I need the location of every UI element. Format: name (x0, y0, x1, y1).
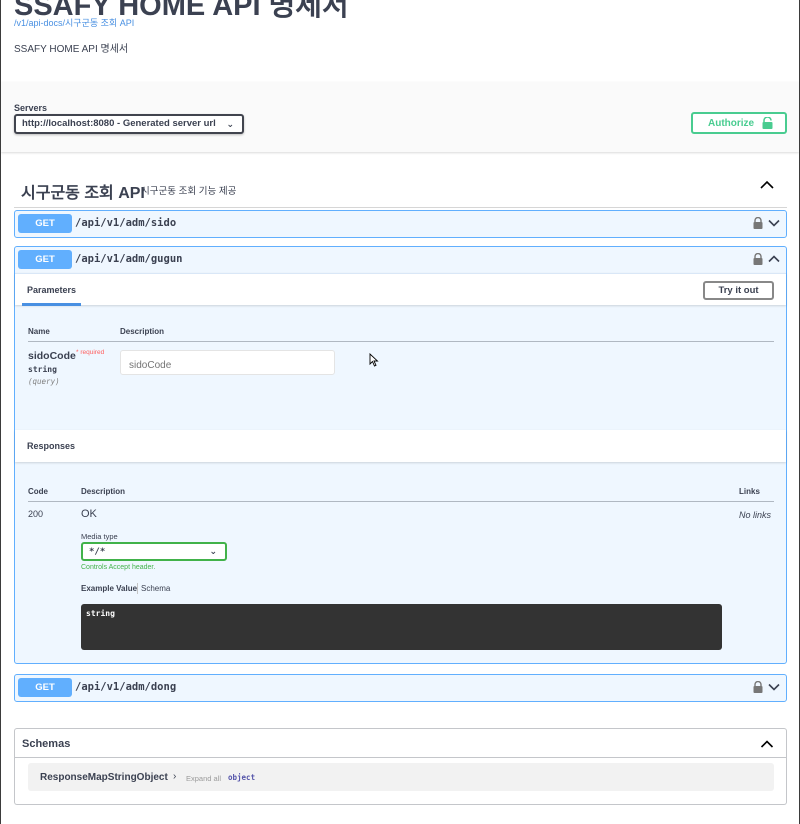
param-location: (query) (28, 377, 60, 386)
tab-parameters[interactable]: Parameters (27, 285, 76, 295)
api-description: SSAFY HOME API 명세서 (14, 44, 129, 55)
chevron-down-icon[interactable] (768, 683, 780, 691)
response-description: OK (81, 508, 97, 520)
api-docs-link[interactable]: /v1/api-docs/시구군동 조회 API (14, 16, 134, 29)
authorize-label: Authorize (708, 118, 755, 129)
param-name: sidoCode (28, 350, 76, 362)
tab-active-indicator (22, 303, 81, 306)
column-header-description: Description (120, 327, 165, 336)
schemas-title[interactable]: Schemas (22, 738, 70, 750)
tab-separator (137, 583, 138, 594)
chevron-down-icon: ⌄ (226, 119, 234, 129)
lock-icon[interactable] (753, 253, 763, 265)
chevron-right-icon[interactable]: › (173, 771, 176, 782)
sidocode-input[interactable] (120, 350, 335, 375)
http-method-badge: GET (18, 250, 72, 269)
tab-schema[interactable]: Schema (141, 584, 170, 593)
chevron-down-icon: ⌄ (209, 546, 217, 556)
model-type: object (228, 773, 256, 782)
chevron-up-icon[interactable] (759, 179, 775, 191)
example-code-block: string (81, 604, 722, 650)
column-header-response-description: Description (81, 487, 126, 496)
lock-open-icon (762, 117, 773, 129)
swagger-ui: SSAFY HOME API 명세서 /v1/api-docs/시구군동 조회 … (0, 0, 800, 824)
operation-get-gugun: GET /api/v1/adm/gugun Parameters Try it … (14, 246, 787, 664)
expand-all-button[interactable]: Expand all (186, 774, 221, 783)
column-header-name: Name (28, 327, 50, 336)
column-header-links: Links (739, 487, 760, 496)
response-code: 200 (28, 509, 44, 519)
tag-description: 시구군동 조회 기능 제공 (141, 186, 237, 197)
http-method-badge: GET (18, 214, 72, 233)
chevron-up-icon[interactable] (760, 739, 774, 749)
mouse-pointer-icon (369, 353, 379, 367)
lock-icon[interactable] (753, 681, 763, 693)
divider (28, 501, 774, 502)
chevron-up-icon[interactable] (768, 255, 780, 263)
info-section: SSAFY HOME API 명세서 /v1/api-docs/시구군동 조회 … (1, 0, 799, 82)
media-type-hint: Controls Accept header. (81, 564, 156, 571)
operation-get-dong: GET /api/v1/adm/dong (14, 674, 787, 702)
column-header-code: Code (28, 487, 48, 496)
operation-summary[interactable]: GET /api/v1/adm/sido (15, 211, 786, 237)
schemas-section: Schemas ResponseMapStringObject › Expand… (14, 728, 787, 805)
media-type-label: Media type (81, 532, 118, 541)
operation-summary[interactable]: GET /api/v1/adm/gugun (15, 247, 786, 273)
servers-label: Servers (14, 103, 48, 113)
tag-header[interactable]: 시구군동 조회 API 시구군동 조회 기능 제공 (14, 168, 787, 208)
scheme-container: Servers http://localhost:8080 - Generate… (1, 82, 799, 152)
operation-path: /api/v1/adm/sido (75, 217, 177, 229)
param-type: string (28, 365, 57, 374)
lock-icon[interactable] (753, 217, 763, 229)
operation-summary[interactable]: GET /api/v1/adm/dong (15, 675, 786, 701)
http-method-badge: GET (18, 678, 72, 697)
responses-header: Responses (15, 430, 786, 462)
divider (28, 341, 774, 342)
servers-selected-value: http://localhost:8080 - Generated server… (22, 118, 216, 129)
operation-path: /api/v1/adm/gugun (75, 253, 183, 265)
tag-name: 시구군동 조회 API (21, 185, 145, 202)
param-required: * required (76, 349, 105, 356)
try-it-out-button[interactable]: Try it out (703, 281, 774, 300)
divider (15, 757, 786, 758)
operation-path: /api/v1/adm/dong (75, 681, 177, 693)
responses-title: Responses (27, 441, 76, 451)
tab-example-value[interactable]: Example Value (81, 584, 137, 593)
response-links: No links (739, 510, 772, 520)
media-type-value: */* (89, 547, 106, 557)
servers-select[interactable]: http://localhost:8080 - Generated server… (14, 114, 244, 134)
parameters-header: Parameters Try it out (15, 273, 786, 306)
operation-get-sido: GET /api/v1/adm/sido (14, 210, 787, 238)
model-container[interactable]: ResponseMapStringObject › Expand all obj… (28, 763, 774, 791)
chevron-down-icon[interactable] (768, 219, 780, 227)
authorize-button[interactable]: Authorize (691, 112, 787, 134)
media-type-select[interactable]: */* ⌄ (81, 542, 227, 561)
model-name[interactable]: ResponseMapStringObject (40, 772, 168, 783)
